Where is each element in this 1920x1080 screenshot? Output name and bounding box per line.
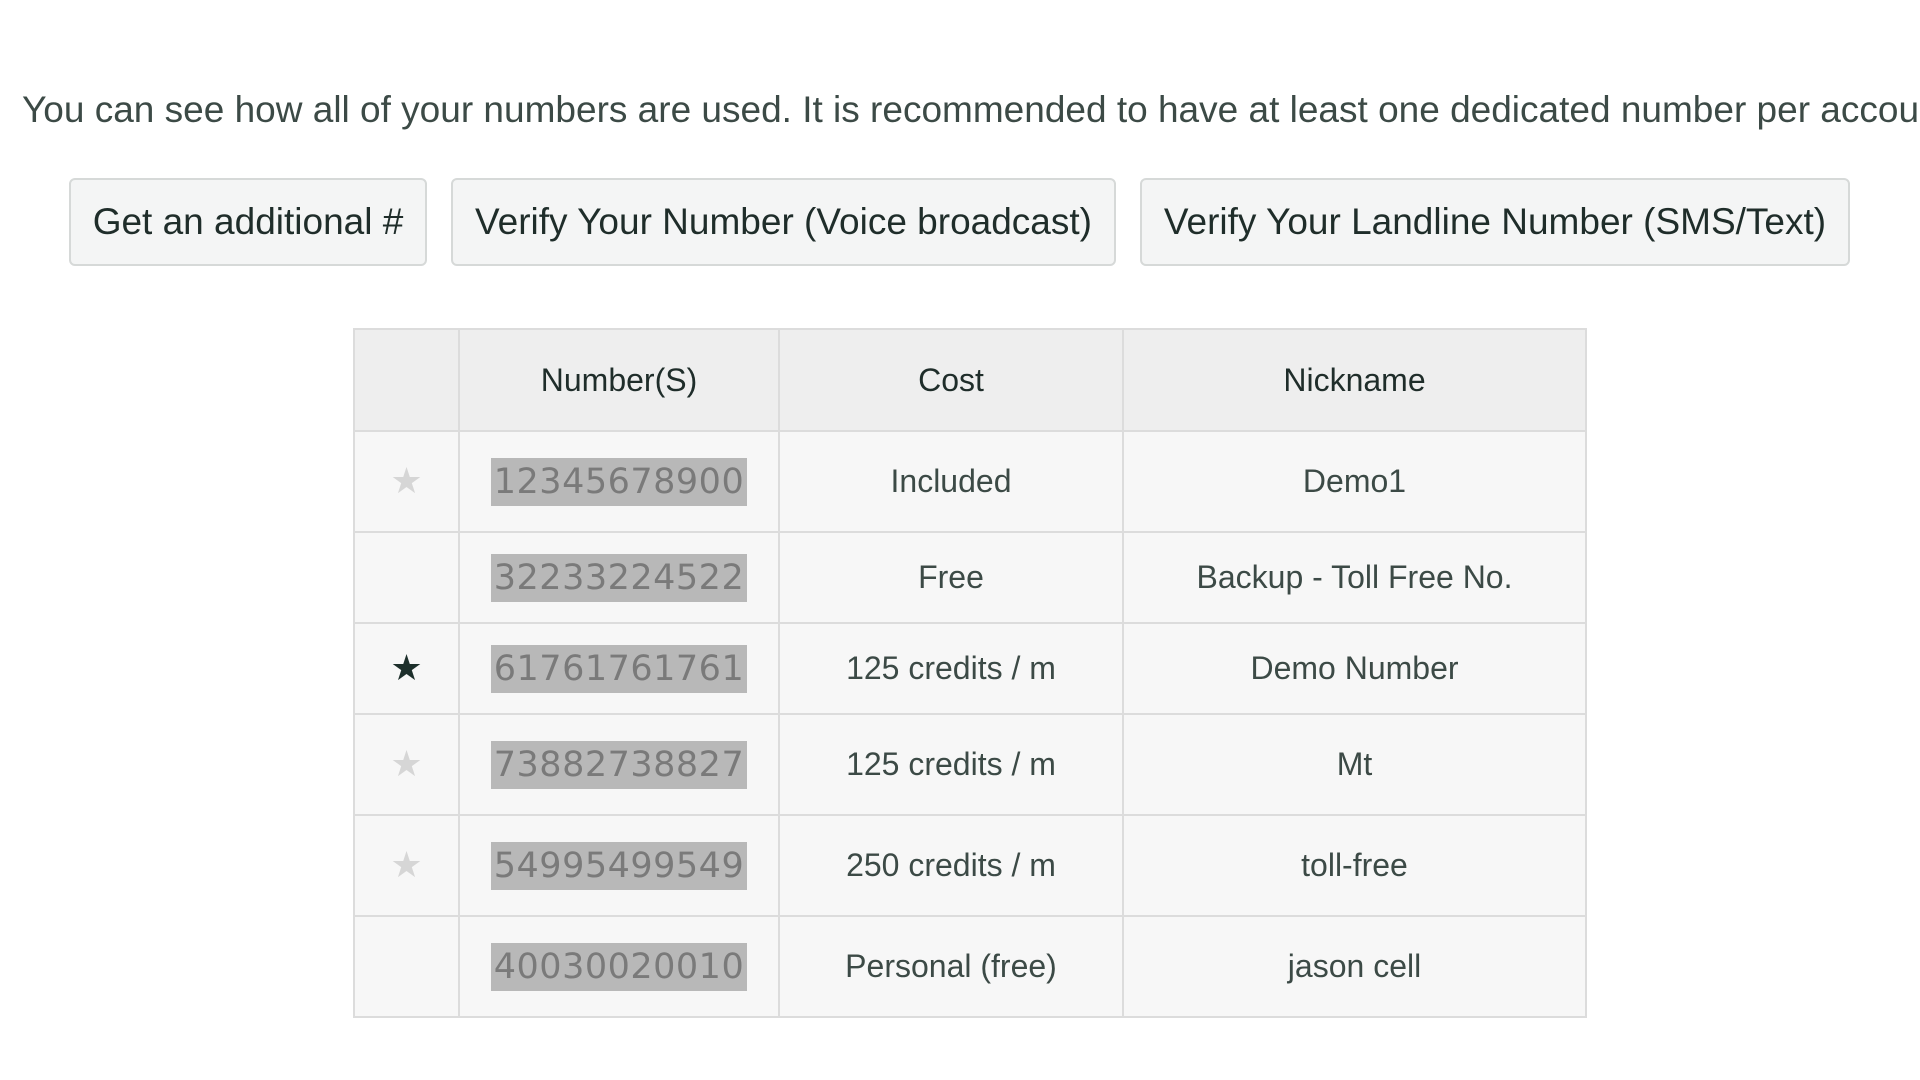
cost-cell: 250 credits / m [778, 814, 1124, 917]
cost-cell: 125 credits / m [778, 622, 1124, 715]
number-cell: 32233224522 [458, 531, 780, 624]
nickname-cell: Mt [1122, 713, 1587, 816]
intro-text: You can see how all of your numbers are … [22, 89, 1920, 130]
phone-number: 12345678900 [490, 457, 748, 506]
number-cell: 12345678900 [458, 430, 780, 533]
star-cell: ★ [353, 622, 460, 715]
nickname-cell: Demo1 [1122, 430, 1587, 533]
cost-cell: Included [778, 430, 1124, 533]
verify-landline-sms-button[interactable]: Verify Your Landline Number (SMS/Text) [1140, 178, 1850, 266]
star-cell: ★ [353, 814, 460, 917]
table-row: 32233224522 Free Backup - Toll Free No. [353, 531, 1587, 624]
cost-cell: 125 credits / m [778, 713, 1124, 816]
number-cell: 54995499549 [458, 814, 780, 917]
header-cost: Cost [778, 328, 1124, 432]
numbers-page: You can see how all of your numbers are … [0, 0, 1920, 1080]
number-cell: 61761761761 [458, 622, 780, 715]
action-buttons: Get an additional # Verify Your Number (… [0, 178, 1920, 270]
nickname-cell: toll-free [1122, 814, 1587, 917]
nickname-cell: Demo Number [1122, 622, 1587, 715]
star-icon[interactable]: ★ [390, 745, 422, 782]
star-cell [353, 915, 460, 1018]
star-cell: ★ [353, 713, 460, 816]
get-additional-number-button[interactable]: Get an additional # [69, 178, 427, 266]
nickname-cell: jason cell [1122, 915, 1587, 1018]
table-row: ★ 54995499549 250 credits / m toll-free [353, 814, 1587, 917]
phone-number: 73882738827 [490, 740, 748, 789]
star-icon[interactable]: ★ [390, 649, 422, 686]
table-row: 40030020010 Personal (free) jason cell [353, 915, 1587, 1018]
phone-number: 61761761761 [490, 644, 748, 693]
star-cell [353, 531, 460, 624]
phone-number: 54995499549 [490, 841, 748, 890]
cost-cell: Free [778, 531, 1124, 624]
number-cell: 40030020010 [458, 915, 780, 1018]
verify-number-voice-button[interactable]: Verify Your Number (Voice broadcast) [451, 178, 1116, 266]
header-star [353, 328, 460, 432]
header-number: Number(S) [458, 328, 780, 432]
numbers-table: Number(S) Cost Nickname ★ 12345678900 In… [353, 328, 1587, 1018]
star-icon[interactable]: ★ [390, 462, 422, 499]
phone-number: 32233224522 [490, 553, 748, 602]
cost-cell: Personal (free) [778, 915, 1124, 1018]
table-row: ★ 73882738827 125 credits / m Mt [353, 713, 1587, 816]
nickname-cell: Backup - Toll Free No. [1122, 531, 1587, 624]
table-header-row: Number(S) Cost Nickname [353, 328, 1587, 432]
star-cell: ★ [353, 430, 460, 533]
table-row: ★ 12345678900 Included Demo1 [353, 430, 1587, 533]
table-row: ★ 61761761761 125 credits / m Demo Numbe… [353, 622, 1587, 715]
header-nickname: Nickname [1122, 328, 1587, 432]
star-icon[interactable]: ★ [390, 846, 422, 883]
number-cell: 73882738827 [458, 713, 780, 816]
phone-number: 40030020010 [490, 942, 748, 991]
